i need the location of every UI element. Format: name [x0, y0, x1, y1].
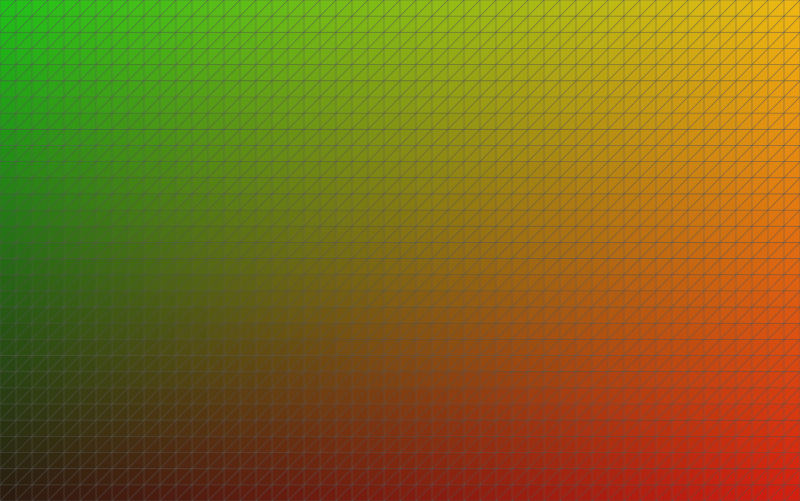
gradient-mesh-canvas: [0, 0, 800, 501]
